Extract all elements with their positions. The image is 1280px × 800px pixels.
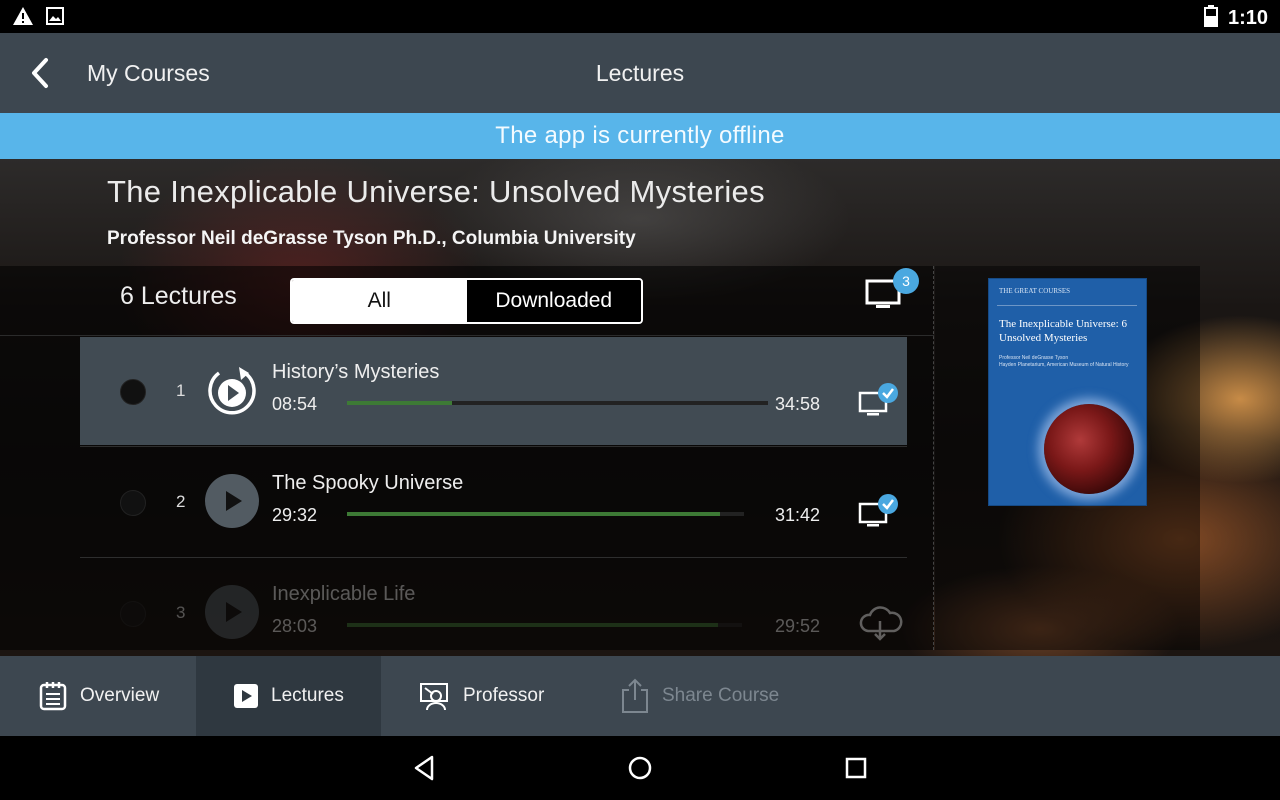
tab-lectures[interactable]: Lectures: [196, 656, 381, 736]
system-nav-bar: [0, 736, 1280, 800]
screen-check-icon: [858, 494, 898, 527]
progress-fill: [347, 623, 719, 627]
course-professor: Professor Neil deGrasse Tyson Ph.D., Col…: [107, 228, 636, 249]
nebula-image: [1044, 404, 1134, 494]
cast-count-badge: 3: [893, 268, 919, 294]
lecture-elapsed: 08:54: [272, 394, 318, 414]
lecture-count: 6 Lectures: [120, 282, 237, 310]
downloaded-status[interactable]: [858, 492, 904, 532]
lecture-duration: 34:58: [774, 394, 820, 414]
tab-label: Share Course: [662, 685, 780, 706]
nav-recents-button[interactable]: [840, 752, 872, 784]
lecture-title: History’s Mysteries: [272, 361, 440, 383]
play-button[interactable]: [205, 474, 259, 528]
progress-fill: [347, 512, 721, 516]
divider: [80, 446, 907, 447]
tab-overview[interactable]: Overview: [0, 656, 196, 736]
divider: [80, 557, 907, 558]
lecture-title: Inexplicable Life: [272, 583, 416, 605]
share-icon: [622, 678, 648, 713]
replay-icon: [208, 367, 256, 415]
filter-all-button[interactable]: All: [292, 280, 467, 322]
offline-banner: The app is currently offline: [0, 113, 1280, 159]
chevron-left-icon: [32, 58, 48, 88]
divider: [0, 335, 934, 336]
image-icon: [46, 7, 64, 30]
tab-share-course[interactable]: Share Course: [586, 656, 826, 736]
filter-downloaded-button[interactable]: Downloaded: [466, 280, 641, 322]
replay-play-button[interactable]: [205, 363, 259, 417]
circle-home-icon: [628, 756, 652, 780]
professor-icon: [420, 683, 448, 711]
lecture-elapsed: 29:32: [272, 505, 318, 525]
select-radio[interactable]: [120, 490, 146, 516]
downloaded-status[interactable]: [858, 381, 904, 421]
filter-segmented-control: All Downloaded: [290, 278, 643, 324]
cover-author-name: Professor Neil deGrasse Tyson: [999, 355, 1069, 361]
nav-home-button[interactable]: [624, 752, 656, 784]
tab-label: Overview: [80, 685, 160, 706]
lecture-row[interactable]: 3 Inexplicable Life 28:03 29:52: [80, 559, 907, 667]
tab-label: Professor: [463, 685, 545, 706]
progress-bar: [347, 401, 768, 405]
play-icon: [205, 474, 259, 528]
warning-icon: [12, 6, 34, 31]
square-recents-icon: [845, 757, 867, 779]
cover-affiliation: Hayden Planetarium, American Museum of N…: [999, 362, 1129, 368]
app-bar: Lectures My Courses: [0, 33, 1280, 113]
download-button[interactable]: [858, 603, 904, 643]
screen-check-icon: [858, 383, 898, 416]
back-label[interactable]: My Courses: [87, 60, 210, 87]
progress-fill: [347, 401, 453, 405]
lecture-row[interactable]: 2 The Spooky Universe 29:32 31:42: [80, 448, 907, 556]
notepad-icon: [39, 682, 67, 711]
lecture-row[interactable]: 1 History’s Mysteries 08:54 34:58: [80, 337, 907, 445]
cover-title: The Inexplicable Universe: 6 Unsolved My…: [999, 318, 1127, 344]
cover-author: Professor Neil deGrasse Tyson Hayden Pla…: [999, 355, 1139, 369]
cloud-download-icon: [859, 606, 903, 641]
play-square-icon: [234, 684, 258, 708]
panel-divider: [933, 266, 934, 650]
lecture-number: 1: [176, 381, 186, 400]
play-icon: [205, 585, 259, 639]
status-bar: 1:10: [0, 0, 1280, 33]
battery-icon: [1203, 5, 1218, 32]
lecture-elapsed: 28:03: [272, 616, 318, 636]
lecture-duration: 29:52: [774, 616, 820, 636]
lecture-number: 2: [176, 492, 186, 511]
tab-label: Lectures: [271, 685, 344, 706]
lecture-duration: 31:42: [774, 505, 820, 525]
progress-bar: [347, 623, 742, 627]
nav-back-button[interactable]: [408, 752, 440, 784]
progress-bar: [347, 512, 744, 516]
tab-professor[interactable]: Professor: [381, 656, 586, 736]
back-button[interactable]: [22, 55, 58, 91]
triangle-back-icon: [414, 755, 434, 781]
status-time: 1:10: [1227, 7, 1268, 29]
select-radio[interactable]: [120, 601, 146, 627]
select-radio[interactable]: [120, 379, 146, 405]
divider: [997, 305, 1137, 306]
course-title: The Inexplicable Universe: Unsolved Myst…: [107, 174, 765, 209]
bottom-tab-bar: Overview Lectures Professor Share Course: [0, 656, 1280, 736]
lecture-number: 3: [176, 603, 186, 622]
cover-brand: THE GREAT COURSES: [999, 287, 1071, 295]
play-button[interactable]: [205, 585, 259, 639]
course-cover[interactable]: THE GREAT COURSES The Inexplicable Unive…: [988, 278, 1147, 506]
lecture-title: The Spooky Universe: [272, 472, 464, 494]
